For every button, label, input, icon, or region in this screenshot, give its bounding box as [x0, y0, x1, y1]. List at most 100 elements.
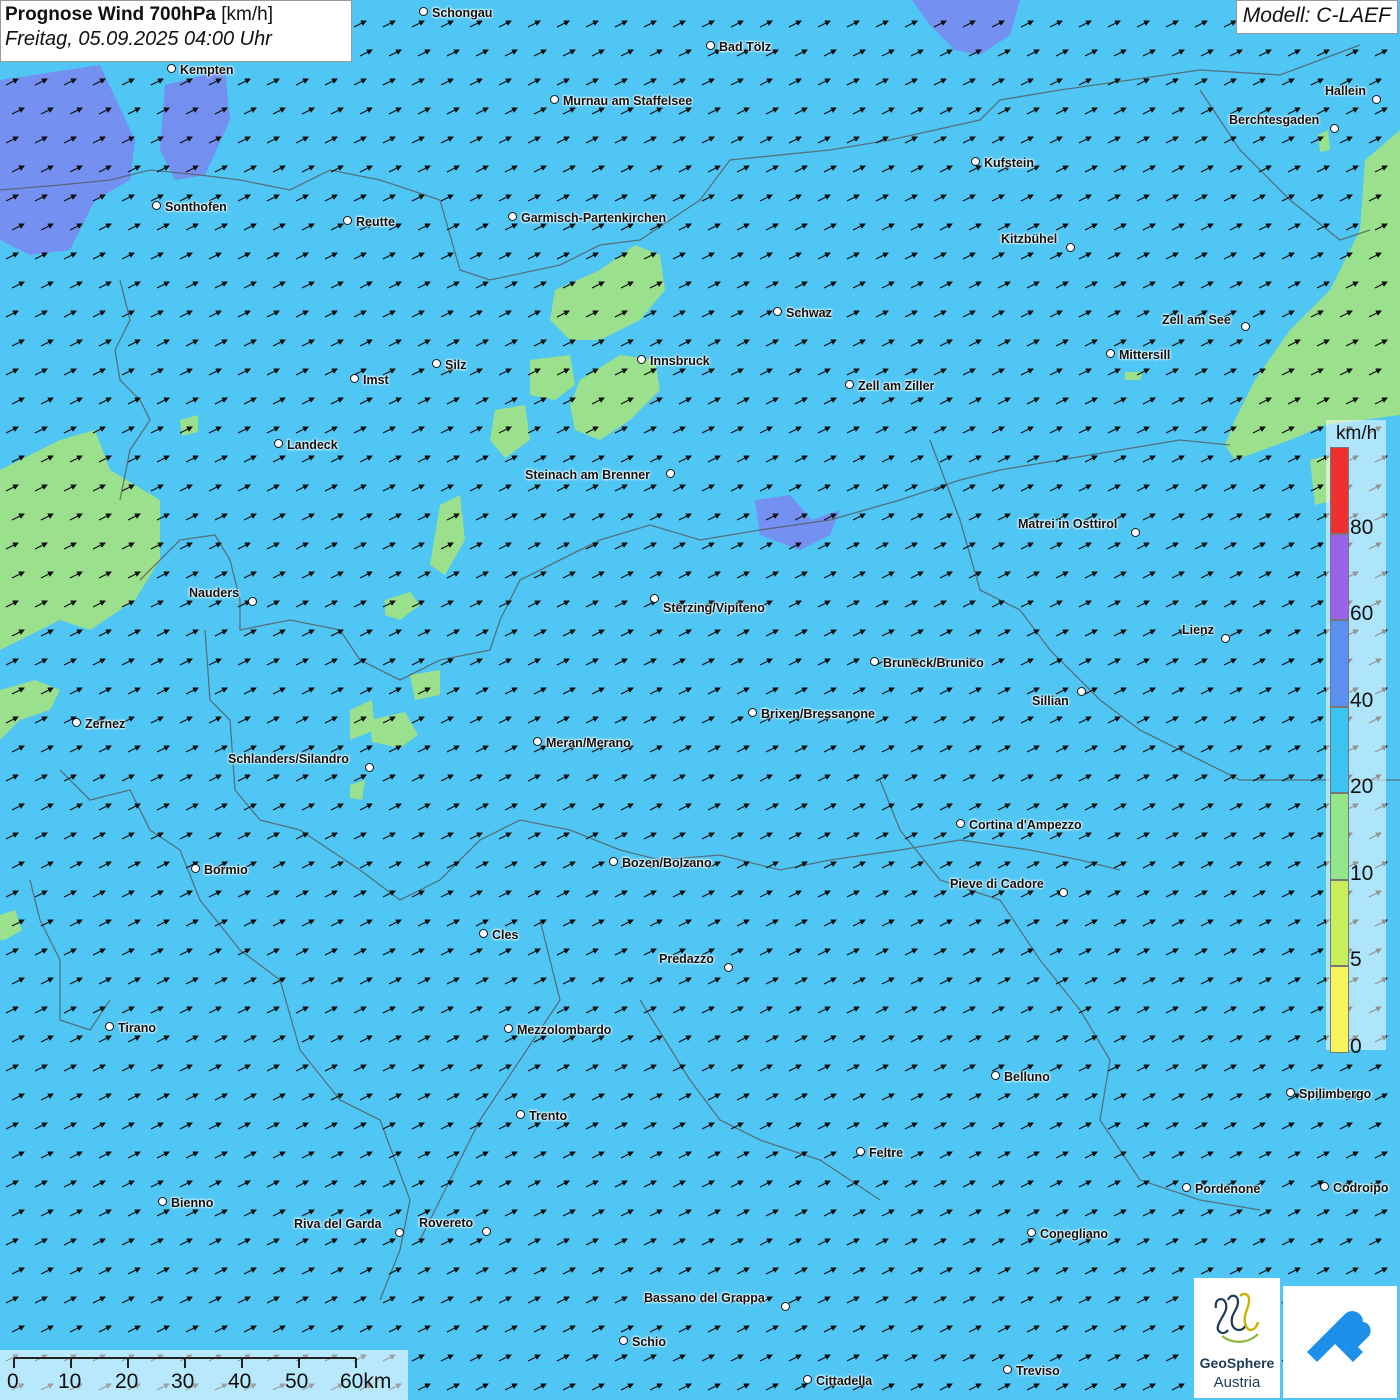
city-marker-bassano: [781, 1302, 790, 1311]
city-marker-meran: [533, 737, 542, 746]
city-label-cortina: Cortina d'Ampezzo: [969, 818, 1082, 832]
city-label-sterzing: Sterzing/Vipiteno: [663, 601, 765, 615]
city-marker-treviso: [1003, 1365, 1012, 1374]
city-label-mittersill: Mittersill: [1119, 348, 1171, 362]
scale-bar-label: 0: [7, 1370, 19, 1393]
city-marker-berchtesgaden: [1330, 124, 1339, 133]
city-marker-matrei: [1131, 528, 1140, 537]
city-label-sillian: Sillian: [1032, 694, 1069, 708]
city-label-kufstein: Kufstein: [984, 156, 1034, 170]
city-label-codroipo: Codroipo: [1333, 1181, 1389, 1195]
city-label-pieve: Pieve di Cadore: [950, 877, 1044, 891]
city-label-predazzo: Predazzo: [659, 952, 714, 966]
city-label-meran: Meran/Merano: [546, 736, 631, 750]
legend-label: 60: [1350, 602, 1374, 625]
city-label-zernez: Zernez: [85, 717, 126, 731]
city-label-rovereto: Rovereto: [419, 1216, 474, 1230]
city-label-feltre: Feltre: [869, 1146, 904, 1160]
app-logo-icon: [1283, 1286, 1397, 1398]
city-label-kempten: Kempten: [180, 63, 234, 77]
city-label-mezzolombardo: Mezzolombardo: [517, 1023, 612, 1037]
legend-color-block: [1330, 706, 1349, 793]
legend-label: 10: [1350, 861, 1374, 885]
city-label-bad-toelz: Bad Tölz: [719, 40, 772, 54]
city-label-reutte: Reutte: [356, 215, 395, 229]
city-marker-belluno: [991, 1071, 1000, 1080]
model-label: Modell: C-LAEF: [1235, 0, 1398, 34]
city-marker-zernez: [72, 718, 81, 727]
city-label-belluno: Belluno: [1004, 1070, 1050, 1084]
city-label-bienno: Bienno: [171, 1196, 214, 1210]
city-label-bassano: Bassano del Grappa: [644, 1291, 765, 1305]
city-marker-bruneck: [870, 657, 879, 666]
city-marker-mittersill: [1106, 349, 1115, 358]
city-marker-bienno: [158, 1197, 167, 1206]
city-marker-sonthofen: [152, 201, 161, 210]
city-label-garmisch: Garmisch-Partenkirchen: [521, 211, 667, 225]
city-marker-sterzing: [650, 594, 659, 603]
city-marker-predazzo: [724, 963, 733, 972]
city-marker-silz: [432, 359, 441, 368]
geosphere-logo-subname: Austria: [1213, 1374, 1261, 1391]
city-label-brixen: Brixen/Bressanone: [761, 707, 875, 721]
city-marker-hallein: [1372, 95, 1381, 104]
scale-bar-label: 10: [58, 1370, 82, 1393]
city-label-bozen: Bozen/Bolzano: [622, 856, 712, 870]
city-marker-feltre: [856, 1147, 865, 1156]
city-label-schongau: Schongau: [432, 6, 493, 20]
city-marker-kufstein: [971, 157, 980, 166]
city-label-tirano: Tirano: [118, 1021, 156, 1035]
city-label-bruneck: Bruneck/Brunico: [883, 656, 984, 670]
legend-color-block: [1330, 533, 1349, 620]
scale-bar-label: 40: [228, 1370, 252, 1393]
city-marker-pieve: [1059, 888, 1068, 897]
city-marker-zell-am-see: [1241, 322, 1250, 331]
legend-color-block: [1330, 620, 1349, 707]
city-label-schio: Schio: [632, 1335, 667, 1349]
city-marker-riva: [395, 1228, 404, 1237]
city-marker-cittadella: [803, 1375, 812, 1384]
city-label-schwaz: Schwaz: [786, 306, 832, 320]
legend-color-block: [1330, 447, 1349, 534]
city-marker-bozen: [609, 857, 618, 866]
scale-bar-label: 20: [115, 1370, 139, 1393]
city-label-lienz: Lienz: [1182, 623, 1214, 637]
city-marker-spilimbergo: [1286, 1088, 1295, 1097]
city-marker-nauders: [248, 597, 257, 606]
city-marker-murnau: [550, 95, 559, 104]
city-label-hallein: Hallein: [1325, 84, 1366, 98]
city-label-sonthofen: Sonthofen: [165, 200, 227, 214]
city-marker-schio: [619, 1336, 628, 1345]
city-label-innsbruck: Innsbruck: [650, 354, 710, 368]
legend-label: 5: [1350, 948, 1362, 971]
map-title-box: Prognose Wind 700hPa [km/h] Freitag, 05.…: [0, 0, 352, 62]
city-marker-pordenone: [1182, 1183, 1191, 1192]
scale-bar-label: 30: [171, 1370, 195, 1393]
city-label-treviso: Treviso: [1016, 1364, 1060, 1378]
city-marker-sillian: [1077, 687, 1086, 696]
city-marker-schlanders: [365, 763, 374, 772]
legend-unit: km/h: [1336, 423, 1378, 444]
city-label-kitzbuehel: Kitzbühel: [1001, 232, 1058, 246]
city-marker-schongau: [419, 7, 428, 16]
city-marker-bad-toelz: [706, 41, 715, 50]
map-title: Prognose Wind 700hPa [km/h]: [5, 4, 274, 25]
legend-label: 20: [1350, 775, 1374, 798]
city-marker-lienz: [1221, 634, 1230, 643]
city-label-cittadella: Cittadella: [816, 1374, 873, 1388]
scale-bar-label: 60km: [340, 1370, 392, 1393]
city-label-zell-am-ziller: Zell am Ziller: [858, 379, 935, 393]
city-label-trento: Trento: [529, 1109, 568, 1123]
city-marker-garmisch: [508, 212, 517, 221]
city-marker-conegliano: [1027, 1228, 1036, 1237]
city-label-cles: Cles: [492, 928, 519, 942]
city-marker-kempten: [167, 64, 176, 73]
city-marker-brixen: [748, 708, 757, 717]
city-label-schlanders: Schlanders/Silandro: [228, 752, 349, 766]
legend-label: 40: [1350, 688, 1374, 712]
forecast-datetime: Freitag, 05.09.2025 04:00 Uhr: [5, 28, 272, 50]
city-marker-cles: [479, 929, 488, 938]
city-label-pordenone: Pordenone: [1195, 1182, 1261, 1196]
legend-color-block: [1330, 966, 1349, 1053]
city-label-riva: Riva del Garda: [294, 1217, 382, 1231]
